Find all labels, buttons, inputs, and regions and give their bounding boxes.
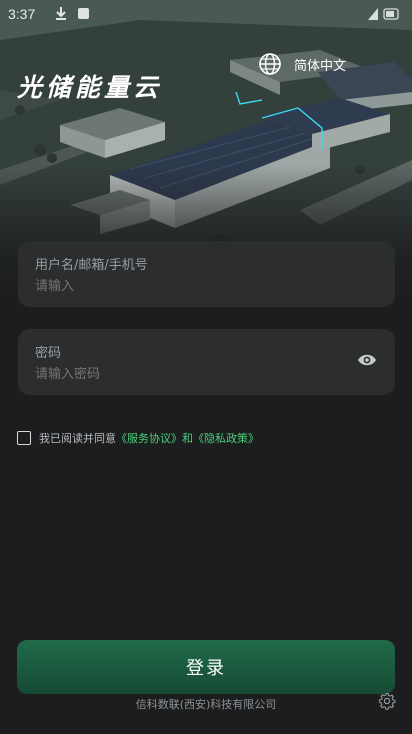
status-time: 3:37: [8, 6, 36, 22]
agreement-prefix: 我已阅读并同意: [39, 432, 116, 445]
privacy-policy-link[interactable]: 《隐私政策》: [193, 432, 259, 445]
login-button[interactable]: 登录: [17, 640, 395, 694]
password-field[interactable]: 密码: [18, 329, 395, 395]
language-selector[interactable]: 简体中文: [258, 50, 346, 78]
agreement-checkbox[interactable]: [17, 431, 31, 445]
language-label: 简体中文: [294, 58, 347, 74]
company-name: 信科数联(西安)科技有限公司: [135, 698, 277, 711]
username-field[interactable]: 用户名/邮箱/手机号: [18, 241, 395, 307]
service-agreement-link[interactable]: 《服务协议》: [116, 432, 182, 445]
password-input[interactable]: [35, 367, 335, 382]
notification-icon: [78, 8, 89, 19]
status-bar: 3:37: [0, 0, 412, 28]
agreement-row: 我已阅读并同意《服务协议》和《隐私政策》: [17, 430, 259, 446]
download-icon: [56, 7, 66, 20]
signal-battery-icon: [368, 8, 399, 20]
username-input[interactable]: [35, 279, 335, 294]
password-label: 密码: [35, 346, 62, 361]
username-label: 用户名/邮箱/手机号: [35, 258, 148, 273]
globe-icon: [259, 53, 281, 75]
eye-icon[interactable]: [357, 353, 377, 367]
app-title: 光储能量云: [17, 73, 163, 102]
agreement-conjunction: 和: [182, 432, 193, 445]
agreement-text: 我已阅读并同意《服务协议》和《隐私政策》: [39, 430, 259, 446]
gear-icon[interactable]: [378, 692, 396, 710]
